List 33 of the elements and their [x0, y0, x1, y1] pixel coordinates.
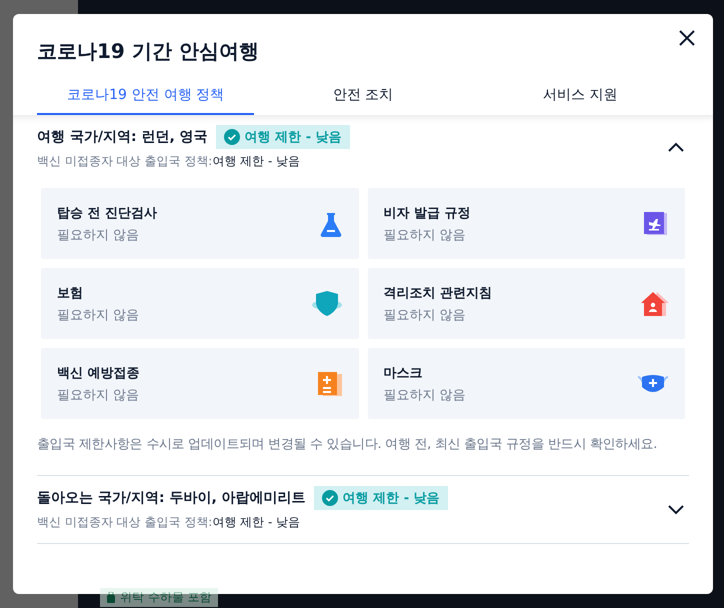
tab[interactable]: 코로나19 안전 여행 정책 [37, 77, 254, 115]
policy-text: 백신 미접종자 대상 출입국 정책:여행 제한 - 낮음 [37, 514, 302, 531]
passport-icon [643, 210, 669, 236]
card-status: 필요하지 않음 [384, 226, 467, 244]
card-title: 마스크 [384, 364, 424, 382]
restriction-badge: 여행 제한 - 낮음 [314, 486, 448, 510]
check-icon [322, 490, 338, 506]
modal-title: 코로나19 기간 안심여행 [37, 38, 259, 65]
policy-text: 백신 미접종자 대상 출입국 정책:여행 제한 - 낮음 [37, 153, 302, 170]
card-title: 격리조치 관련지침 [384, 284, 494, 302]
shield-icon [310, 290, 342, 318]
card-title: 탑승 전 진단검사 [57, 204, 158, 222]
close-button[interactable] [677, 28, 697, 48]
house-icon [641, 290, 669, 316]
tab[interactable]: 안전 조치 [254, 77, 472, 115]
close-icon [679, 30, 695, 46]
luggage-icon [106, 592, 116, 604]
card-title: 보험 [57, 284, 84, 302]
notice-text: 출입국 제한사항은 수시로 업데이트되며 변경될 수 있습니다. 여행 전, 최신 출입국 규정을 반드시 확인하세요. [37, 436, 658, 453]
card-status: 필요하지 않음 [57, 306, 140, 324]
document-icon [316, 370, 342, 396]
flask-icon [318, 210, 342, 236]
section-heading: 여행 국가/지역: 런던, 영국 [37, 128, 208, 146]
card-title: 비자 발급 규정 [384, 204, 472, 222]
check-icon [224, 129, 240, 145]
restriction-badge: 여행 제한 - 낮음 [216, 125, 350, 149]
card-status: 필요하지 않음 [57, 226, 140, 244]
card-status: 필요하지 않음 [384, 386, 467, 404]
card-title: 백신 예방접종 [57, 364, 141, 382]
tab[interactable]: 서비스 지원 [472, 77, 689, 115]
card-status: 필요하지 않음 [57, 386, 140, 404]
card-status: 필요하지 않음 [384, 306, 467, 324]
section-heading: 돌아오는 국가/지역: 두바이, 아랍에미리트 [37, 489, 306, 507]
